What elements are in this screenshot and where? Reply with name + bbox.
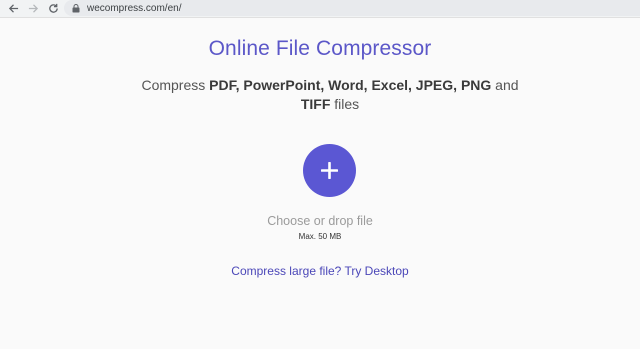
- subtitle-format-tiff: TIFF: [300, 96, 331, 112]
- browser-toolbar: wecompress.com/en/: [0, 0, 640, 18]
- subtitle-and: and: [491, 77, 519, 93]
- forward-arrow-icon[interactable]: [26, 2, 40, 16]
- url-text[interactable]: wecompress.com/en/: [87, 3, 181, 14]
- plus-icon: [321, 162, 338, 179]
- address-bar[interactable]: wecompress.com/en/: [64, 0, 640, 16]
- add-file-button[interactable]: [303, 144, 356, 197]
- try-desktop-link[interactable]: Compress large file? Try Desktop: [0, 264, 640, 278]
- page-subtitle: Compress PDF, PowerPoint, Word, Excel, J…: [140, 76, 520, 114]
- subtitle-tail: files: [330, 96, 360, 112]
- page-title: Online File Compressor: [208, 37, 432, 60]
- max-size-label: Max. 50 MB: [298, 232, 342, 241]
- back-arrow-icon[interactable]: [6, 2, 20, 16]
- reload-icon[interactable]: [46, 2, 60, 16]
- subtitle-lead: Compress: [141, 77, 210, 93]
- lock-icon: [72, 3, 81, 13]
- subtitle-formats: PDF, PowerPoint, Word, Excel, JPEG, PNG: [209, 77, 492, 93]
- choose-or-drop-label: Choose or drop file: [267, 214, 373, 228]
- page-content: Online File Compressor Compress PDF, Pow…: [0, 19, 640, 349]
